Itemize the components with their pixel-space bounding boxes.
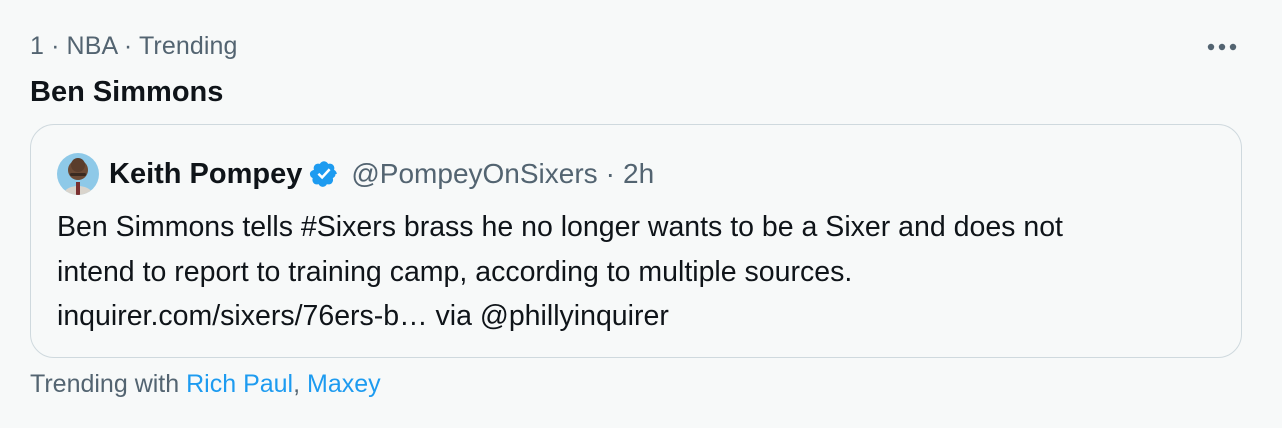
trending-with-label: Trending with — [30, 370, 180, 398]
avatar[interactable] — [57, 153, 99, 195]
handle-separator: · — [605, 158, 615, 189]
quoted-author-name[interactable]: Keith Pompey — [109, 158, 302, 191]
more-options-button[interactable] — [1202, 30, 1242, 64]
trend-category: NBA — [66, 32, 117, 60]
quoted-tweet-line: Ben Simmons tells #Sixers brass he no lo… — [57, 211, 1063, 243]
trend-rank: 1 — [30, 32, 45, 60]
trending-with: Trending with Rich Paul, Maxey — [30, 370, 381, 399]
quoted-tweet-text: Ben Simmons tells #Sixers brass he no lo… — [57, 205, 1217, 339]
trending-with-separator: , — [293, 370, 301, 398]
more-horizontal-icon — [1207, 43, 1237, 51]
trending-with-link-maxey[interactable]: Maxey — [307, 370, 381, 398]
verified-badge-icon — [309, 159, 339, 189]
trend-meta: 1 · NBA · Trending — [30, 32, 238, 61]
quoted-tweet-line: inquirer.com/sixers/76ers-b… via @philly… — [57, 300, 669, 332]
trend-status: Trending — [138, 32, 238, 60]
quoted-author-handle[interactable]: @PompeyOnSixers — [351, 158, 597, 190]
meta-separator: · — [51, 32, 60, 60]
quoted-tweet-header: Keith Pompey @PompeyOnSixers · 2h — [57, 153, 654, 195]
quoted-tweet-time[interactable]: 2h — [623, 158, 654, 190]
quoted-tweet[interactable]: Keith Pompey @PompeyOnSixers · 2h Ben Si… — [30, 124, 1242, 358]
quoted-tweet-line: intend to report to training camp, accor… — [57, 255, 853, 288]
meta-separator: · — [123, 32, 133, 60]
trend-card[interactable]: 1 · NBA · Trending Ben Simmons Keith Pom… — [0, 0, 1282, 428]
trending-with-link-rich-paul[interactable]: Rich Paul — [186, 370, 293, 398]
trend-title[interactable]: Ben Simmons — [30, 76, 223, 109]
